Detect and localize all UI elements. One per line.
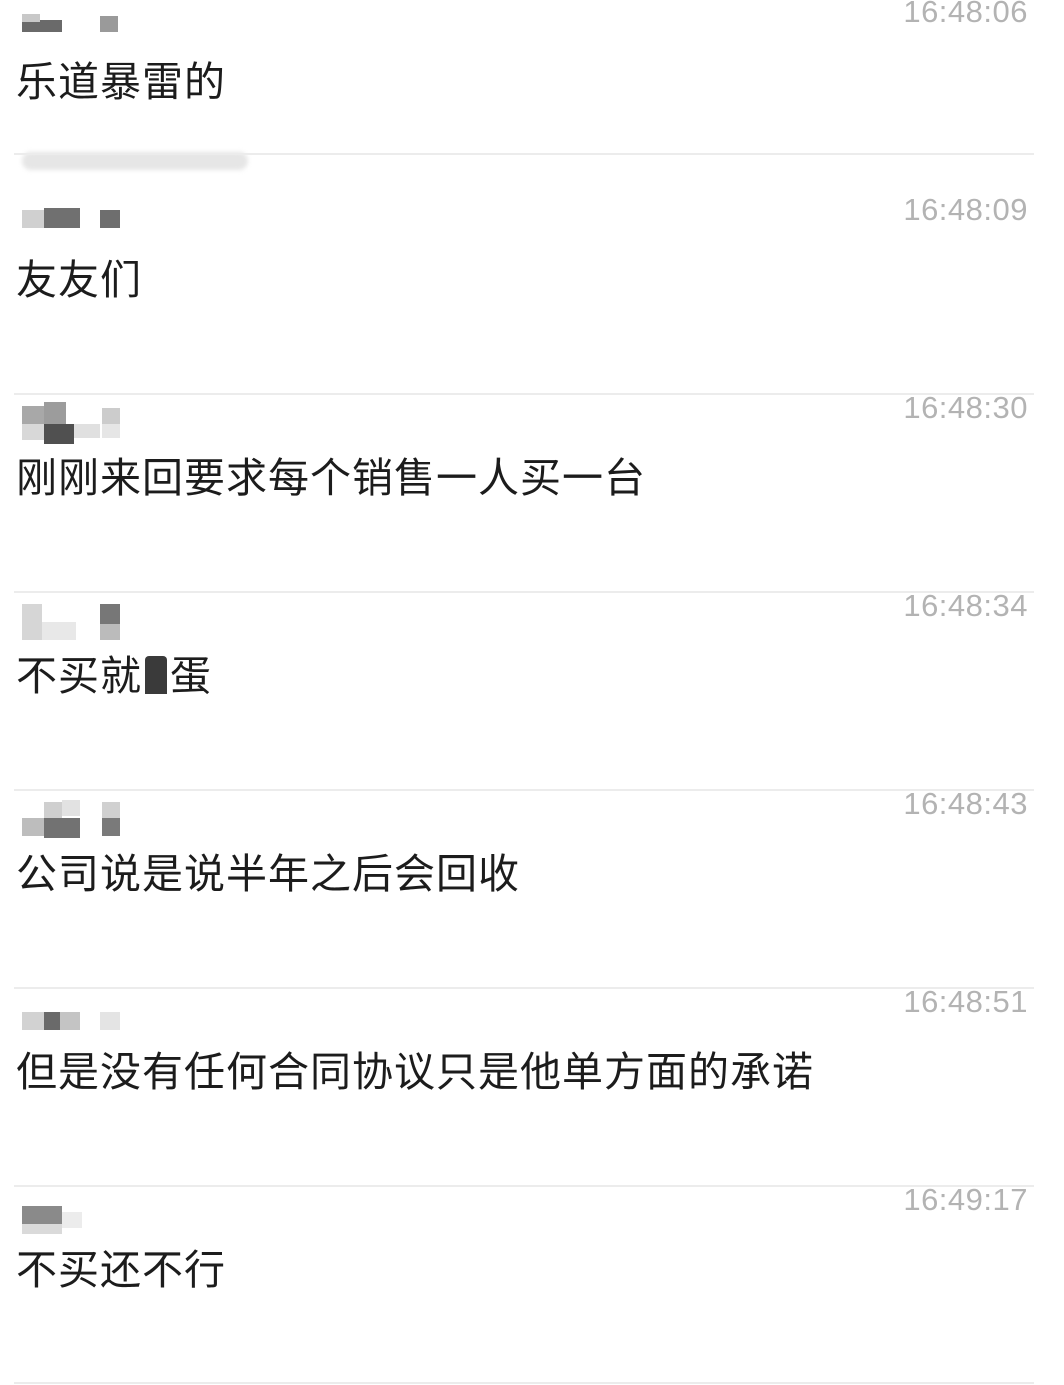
message-text-part: 但是没有任何合同协议只是他单方面的承诺 [16, 1048, 814, 1096]
chat-message[interactable]: 16:48:43 公司说是说半年之后会回收 [0, 786, 1064, 989]
message-text: 公司说是说半年之后会回收 [16, 846, 520, 902]
message-timestamp: 16:48:06 [903, 0, 1028, 29]
message-text: 不买就蛋 [16, 648, 212, 704]
message-timestamp: 16:49:17 [903, 1182, 1028, 1217]
message-text-part: 不买还不行 [16, 1246, 226, 1294]
chat-message[interactable]: 16:48:34 不买就蛋 [0, 588, 1064, 791]
message-text-part: 公司说是说半年之后会回收 [16, 850, 520, 898]
sender-name-blurred [22, 1000, 152, 1032]
message-text: 不买还不行 [16, 1242, 226, 1298]
sender-name-blurred [22, 208, 152, 240]
chat-message-list: 16:48:06 乐道暴雷的 16:48:09 友友们 16:48:30 刚刚来… [0, 0, 1064, 1384]
message-divider [14, 153, 1034, 155]
chat-message[interactable]: 16:48:06 乐道暴雷的 [0, 0, 1064, 197]
message-text-part: 刚刚来回要求每个销售一人买一台 [16, 454, 646, 502]
sender-name-blurred [22, 14, 152, 46]
chat-message[interactable]: 16:48:09 友友们 [0, 192, 1064, 395]
sender-name-blurred [22, 800, 152, 838]
message-timestamp: 16:48:43 [903, 786, 1028, 821]
message-timestamp: 16:48:30 [903, 390, 1028, 425]
chat-message[interactable]: 16:48:51 但是没有任何合同协议只是他单方面的承诺 [0, 984, 1064, 1187]
message-timestamp: 16:48:51 [903, 984, 1028, 1019]
sender-name-blurred [22, 402, 152, 444]
chat-message[interactable]: 16:49:17 不买还不行 [0, 1182, 1064, 1385]
message-divider [14, 393, 1034, 395]
message-text: 但是没有任何合同协议只是他单方面的承诺 [16, 1044, 814, 1100]
message-text-part: 友友们 [16, 256, 142, 304]
sender-name-blurred [22, 604, 152, 640]
message-divider [14, 591, 1034, 593]
sender-name-blurred [22, 1198, 152, 1234]
message-timestamp: 16:48:09 [903, 192, 1028, 227]
message-text: 友友们 [16, 252, 142, 308]
chat-message[interactable]: 16:48:30 刚刚来回要求每个销售一人买一台 [0, 390, 1064, 593]
message-text-part: 不买就 [16, 652, 142, 700]
message-divider [14, 1382, 1034, 1384]
message-divider [14, 789, 1034, 791]
message-text: 乐道暴雷的 [16, 54, 226, 110]
message-text: 刚刚来回要求每个销售一人买一台 [16, 450, 646, 506]
message-text-part: 乐道暴雷的 [16, 58, 226, 106]
message-divider [14, 987, 1034, 989]
message-timestamp: 16:48:34 [903, 588, 1028, 623]
message-divider [14, 1185, 1034, 1187]
message-text-part: 蛋 [170, 652, 212, 700]
censor-mark [145, 656, 167, 694]
